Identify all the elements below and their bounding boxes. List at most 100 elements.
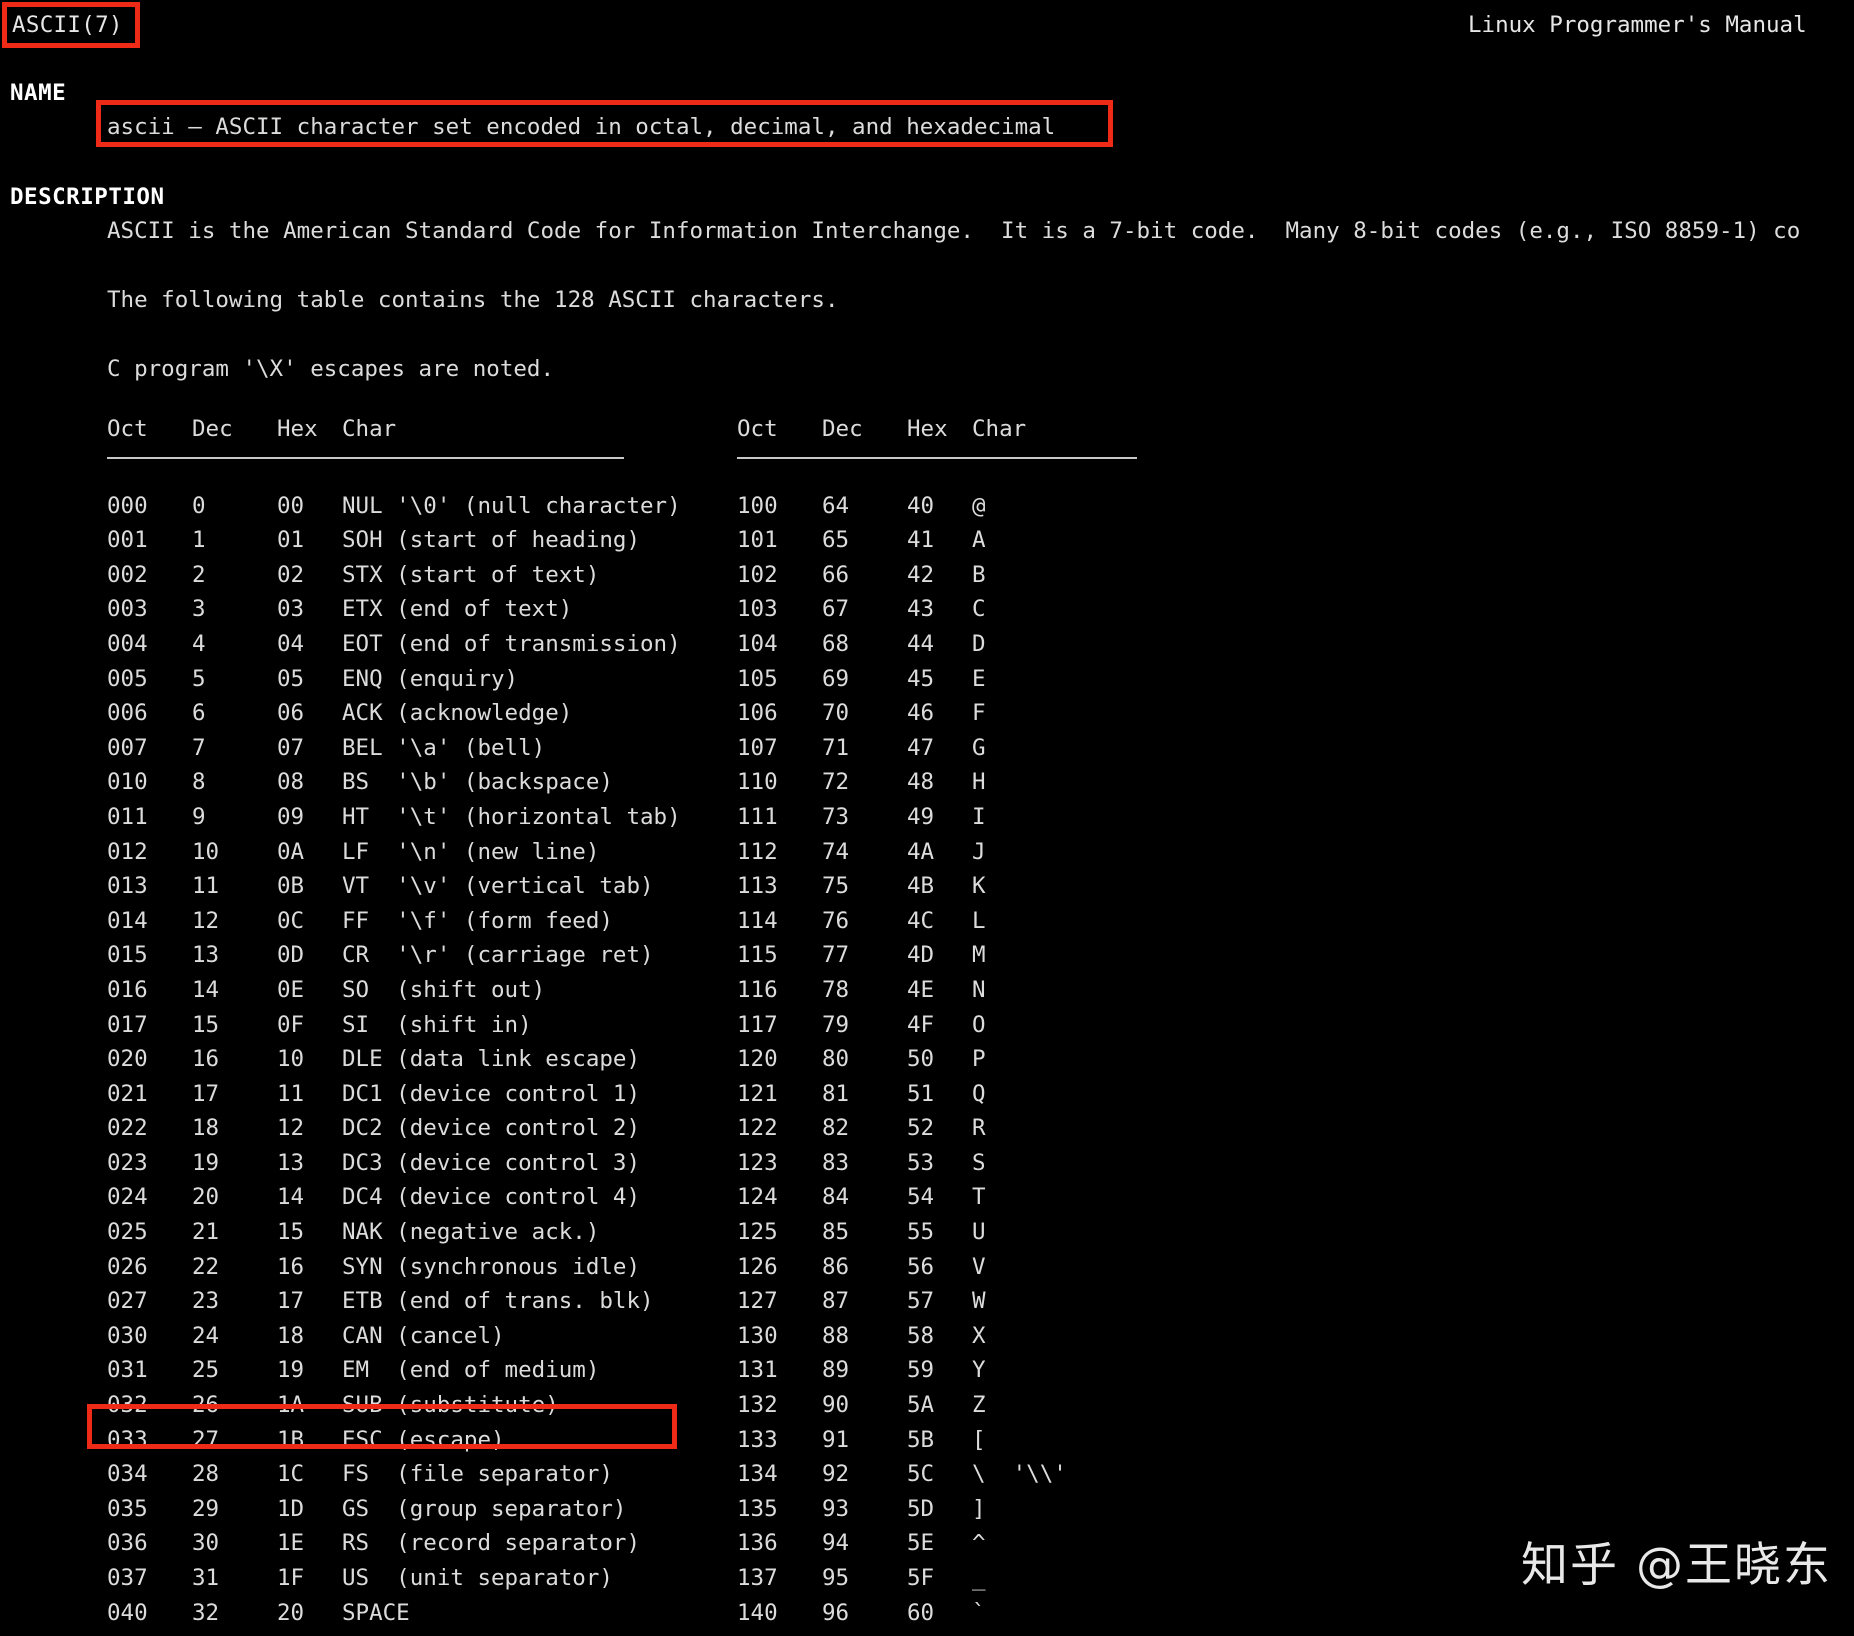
cell-hex-right: 55 — [907, 1219, 935, 1246]
cell-dec-right: 68 — [822, 630, 850, 657]
cell-dec-left: 21 — [192, 1219, 220, 1246]
man-page-title: ASCII(7) — [12, 12, 123, 38]
cell-char-left: LF '\n' (new line) — [342, 838, 600, 865]
cell-hex-left: 14 — [277, 1184, 305, 1211]
cell-char-right: N — [972, 976, 986, 1003]
cell-dec-right: 94 — [822, 1530, 850, 1557]
cell-dec-right: 78 — [822, 976, 850, 1003]
cell-oct-left: 006 — [107, 700, 148, 727]
cell-char-left: RS (record separator) — [342, 1530, 641, 1557]
cell-oct-right: 141 — [737, 1630, 822, 1636]
cell-oct-left: 012 — [107, 838, 148, 865]
cell-dec-right: 85 — [822, 1219, 850, 1246]
cell-dec-right: 76 — [822, 907, 850, 934]
cell-char-right: M — [972, 942, 986, 969]
cell-hex-left: 1C — [277, 1461, 305, 1488]
cell-hex-right: 58 — [907, 1322, 935, 1349]
cell-char-right: _ — [972, 1565, 986, 1591]
table-header-row: Oct Dec Hex Char Oct Dec Hex Char — [107, 412, 1367, 451]
cell-hex-right: 47 — [907, 734, 935, 761]
cell-dec-right: 77 — [822, 942, 850, 969]
table-spacer-cell — [107, 469, 1367, 489]
table-row: 012 10 0A LF '\n' (new line) 112 74 4A J — [107, 835, 1367, 870]
cell-char-right: C — [972, 596, 986, 623]
cell-oct-right: 122 — [737, 1115, 778, 1142]
cell-dec-right: 86 — [822, 1253, 850, 1280]
cell-oct-left: 027 — [107, 1288, 148, 1315]
cell-dec-right: 66 — [822, 561, 850, 588]
cell-oct-right: 101 — [737, 527, 778, 554]
table-row: 006 6 06 ACK (acknowledge) 106 70 46 F — [107, 696, 1367, 731]
cell-oct-right: 140 — [737, 1599, 778, 1626]
cell-oct-left: 002 — [107, 561, 148, 588]
cell-hex-left: 0A — [277, 838, 305, 865]
table-row: 015 13 0D CR '\r' (carriage ret) 115 77 4D M — [107, 938, 1367, 973]
cell-char-left: NAK (negative ack.) — [342, 1219, 600, 1246]
cell-oct-right: 120 — [737, 1046, 778, 1073]
cell-dec-left: 10 — [192, 838, 220, 865]
cell-dec-right: 87 — [822, 1288, 850, 1315]
cell-dec-right: 70 — [822, 700, 850, 727]
cell-oct-right: 114 — [737, 907, 778, 934]
cell-hex-left: 0C — [277, 907, 305, 934]
man-page: ASCII(7) Linux Programmer's Manual NAME … — [0, 0, 1854, 1636]
cell-dec-left: 29 — [192, 1495, 220, 1522]
cell-dec-left: 12 — [192, 907, 220, 934]
cell-oct-right: 117 — [737, 1011, 778, 1038]
cell-hex-right: 50 — [907, 1046, 935, 1073]
cell-hex-left: 20 — [277, 1599, 305, 1626]
table-row: 005 5 05 ENQ (enquiry) 105 69 45 E — [107, 662, 1367, 697]
cell-oct-right: 115 — [737, 942, 778, 969]
cell-oct-right: 125 — [737, 1219, 778, 1246]
table-row: 021 17 11 DC1 (device control 1) 121 81 51 Q — [107, 1077, 1367, 1112]
cell-char-left: ETX (end of text) — [342, 596, 573, 623]
cell-oct-left: 007 — [107, 734, 148, 761]
table-row: 002 2 02 STX (start of text) 102 66 42 B — [107, 558, 1367, 593]
cell-dec-left: 9 — [192, 803, 206, 830]
cell-char-right: U — [972, 1219, 986, 1246]
col-header-hex-right: Hex — [907, 416, 948, 442]
table-rule-left — [107, 451, 737, 469]
cell-hex-right: 46 — [907, 700, 935, 727]
cell-hex-left: 13 — [277, 1149, 305, 1176]
cell-hex-left: 1F — [277, 1565, 305, 1591]
cell-dec-left: 27 — [192, 1426, 220, 1453]
cell-hex-right: 56 — [907, 1253, 935, 1280]
cell-oct-right: 133 — [737, 1426, 778, 1453]
description-paragraph-3: C program '\X' escapes are noted. — [107, 356, 555, 382]
cell-oct-right: 113 — [737, 873, 778, 900]
cell-char-left: STX (start of text) — [342, 561, 600, 588]
cell-oct-left: 023 — [107, 1149, 148, 1176]
table-row: 014 12 0C FF '\f' (form feed) 114 76 4C L — [107, 904, 1367, 939]
col-header-hex-left: Hex — [277, 416, 318, 442]
cell-hex-left: 0D — [277, 942, 305, 969]
cell-char-left: EOT (end of transmission) — [342, 630, 681, 657]
cell-dec-right: 75 — [822, 873, 850, 900]
cell-oct-right: 121 — [737, 1080, 778, 1107]
cell-char-left: BS '\b' (backspace) — [342, 769, 613, 796]
cell-oct-right: 137 — [737, 1565, 778, 1591]
cell-hex-left: 06 — [277, 700, 305, 727]
cell-hex-right: 5F — [907, 1565, 935, 1591]
cell-hex-right: 4C — [907, 907, 935, 934]
cell-dec-left: 16 — [192, 1046, 220, 1073]
cell-dec-right: 95 — [822, 1565, 850, 1591]
cell-char-right: B — [972, 561, 986, 588]
cell-char-left: CR '\r' (carriage ret) — [342, 942, 654, 969]
cell-dec-left: 3 — [192, 596, 206, 623]
cell-oct-right: 123 — [737, 1149, 778, 1176]
table-row: 031 25 19 EM (end of medium) 131 89 59 Y — [107, 1353, 1367, 1388]
cell-hex-left: 10 — [277, 1046, 305, 1073]
cell-dec-right: 83 — [822, 1149, 850, 1176]
cell-dec-right: 88 — [822, 1322, 850, 1349]
cell-oct-right: 135 — [737, 1495, 778, 1522]
cell-dec-left: 24 — [192, 1322, 220, 1349]
col-header-oct-right: Oct — [737, 416, 778, 442]
cell-dec-right: 93 — [822, 1495, 850, 1522]
cell-hex-right: 5B — [907, 1426, 935, 1453]
cell-char-right: T — [972, 1184, 986, 1211]
cell-oct-right: 111 — [737, 803, 778, 830]
cell-oct-left: 001 — [107, 527, 148, 554]
cell-hex-right: 51 — [907, 1080, 935, 1107]
cell-char-right: H — [972, 769, 986, 796]
